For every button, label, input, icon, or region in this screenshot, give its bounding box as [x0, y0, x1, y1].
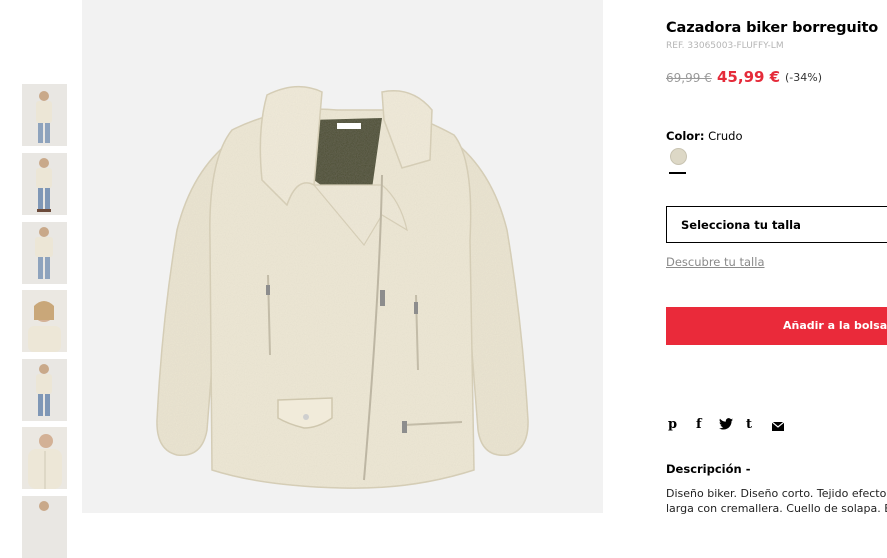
- size-guide-link[interactable]: Descubre tu talla: [666, 255, 765, 269]
- facebook-icon[interactable]: f: [696, 417, 702, 433]
- thumbnail-gallery: [22, 0, 68, 558]
- email-icon[interactable]: [771, 420, 785, 436]
- color-value: Crudo: [708, 129, 743, 143]
- color-swatch-crudo[interactable]: [670, 148, 687, 165]
- size-select-label: Selecciona tu talla: [681, 218, 801, 232]
- thumbnail-3[interactable]: [22, 222, 67, 284]
- sale-price: 45,99 €: [717, 68, 781, 86]
- product-info-panel: Cazadora biker borreguito REF. 33065003-…: [666, 0, 887, 516]
- thumbnail-4[interactable]: [22, 290, 67, 352]
- pinterest-icon[interactable]: p: [668, 417, 677, 433]
- main-product-image[interactable]: [82, 0, 603, 513]
- original-price: 69,99 €: [666, 71, 712, 85]
- thumbnail-6[interactable]: [22, 427, 67, 489]
- discount-badge: (-34%): [785, 71, 823, 84]
- color-row: Color: Crudo: [666, 129, 743, 143]
- product-title: Cazadora biker borreguito: [666, 20, 879, 36]
- thumbnail-1[interactable]: [22, 84, 67, 146]
- thumbnail-5[interactable]: [22, 359, 67, 421]
- twitter-icon[interactable]: [719, 418, 733, 435]
- description-line-2: larga con cremallera. Cuello de solapa. …: [666, 502, 887, 515]
- description-line-1: Diseño biker. Diseño corto. Tejido efect…: [666, 487, 887, 500]
- description-heading[interactable]: Descripción -: [666, 462, 750, 476]
- thumbnail-2[interactable]: [22, 153, 67, 215]
- thumbnail-7[interactable]: [22, 496, 67, 558]
- product-reference: REF. 33065003-FLUFFY-LM: [666, 41, 784, 51]
- tumblr-icon[interactable]: t: [746, 417, 752, 433]
- description-text: Diseño biker. Diseño corto. Tejido efect…: [666, 486, 887, 516]
- add-to-bag-label: Añadir a la bolsa: [783, 319, 887, 332]
- jacket-illustration: [156, 86, 529, 489]
- color-label: Color:: [666, 129, 705, 143]
- selected-swatch-indicator: [669, 172, 686, 174]
- size-select[interactable]: Selecciona tu talla: [666, 206, 887, 243]
- add-to-bag-button[interactable]: Añadir a la bolsa: [666, 307, 887, 345]
